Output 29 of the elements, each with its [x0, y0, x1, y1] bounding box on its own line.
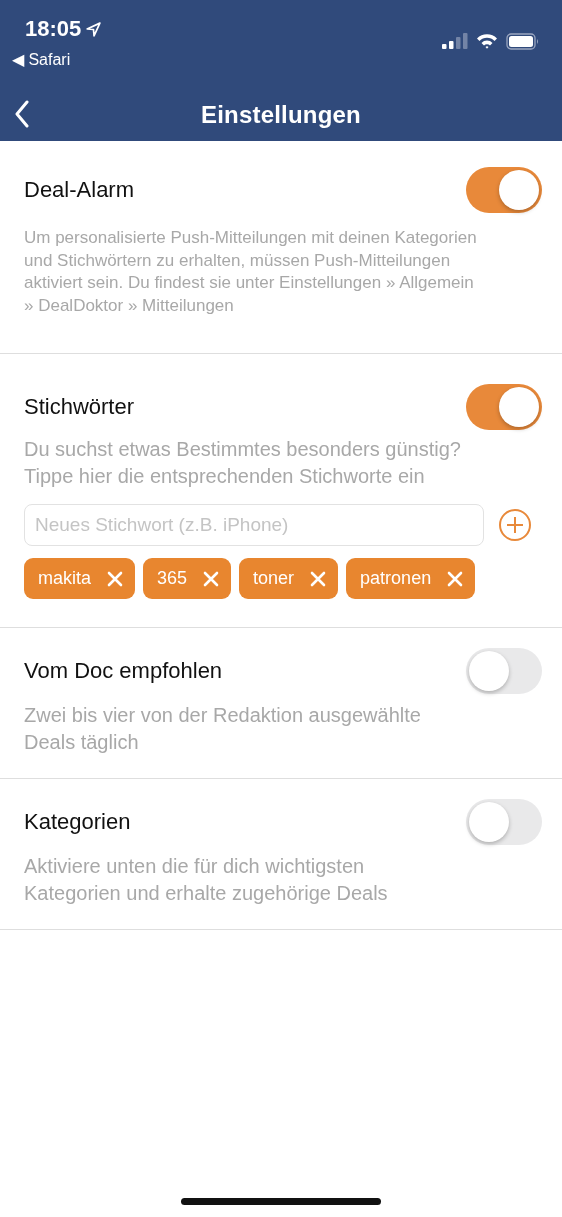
toggle-switch[interactable]	[466, 167, 542, 213]
remove-icon[interactable]	[203, 570, 220, 587]
battery-icon	[506, 32, 540, 50]
location-arrow-icon	[85, 20, 103, 38]
remove-icon[interactable]	[107, 570, 123, 587]
toggle-switch[interactable]	[466, 384, 542, 430]
setting-title: Stichwörter	[24, 394, 135, 420]
remove-icon[interactable]	[447, 570, 464, 587]
setting-title: Kategorien	[24, 809, 131, 835]
setting-description: Zwei bis vier von der Redaktion ausgewählte Deals täglich	[24, 703, 422, 755]
signal-icon	[442, 33, 468, 49]
setting-description: Du suchst etwas Bestimmtes besonders günstig? Tippe hier die entsprechenden Stichworte ein	[24, 437, 462, 489]
tag-label: patronen	[360, 568, 432, 589]
wifi-icon	[476, 33, 498, 49]
remove-icon[interactable]	[310, 570, 327, 587]
add-icon[interactable]	[498, 508, 532, 542]
toggle-switch[interactable]	[466, 648, 542, 694]
keyword-input-field[interactable]: Neues Stichwort (z.B. iPhone)	[24, 504, 484, 546]
back-to-app-link[interactable]: ◀ Safari	[12, 50, 103, 69]
tag-label: makita	[38, 568, 91, 589]
screen-title: Einstellungen	[201, 100, 361, 129]
tag-label: 365	[157, 568, 188, 589]
tag-label: toner	[253, 568, 295, 589]
setting-title: Deal-Alarm	[24, 177, 135, 203]
setting-description: Um personalisierte Push-Mitteilungen mit deinen Kategorien und Stichwörtern zu erhalten, müssen Push-Mitteilungen aktiviert sein. Du findest sie unter Einstellungen » Allgemein » DealDoktor » Mitteilungen	[24, 227, 478, 317]
toggle-switch[interactable]	[466, 799, 542, 845]
setting-title: Vom Doc empfohlen	[24, 658, 223, 684]
clock-time: 18:05	[25, 16, 82, 42]
setting-description: Aktiviere unten die für dich wichtigsten Kategorien und erhalte zugehörige Deals	[24, 854, 389, 906]
